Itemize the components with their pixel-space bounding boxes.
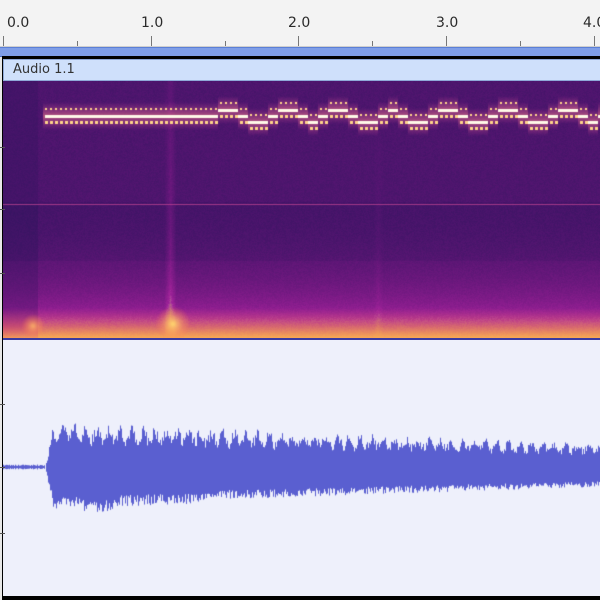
ruler-minor-tick <box>77 41 78 46</box>
ruler-label-4: 4.0 <box>583 15 600 31</box>
ruler-major-tick <box>151 36 152 46</box>
ruler-minor-tick <box>372 41 373 46</box>
ruler-minor-tick <box>520 41 521 46</box>
ruler-label-1: 1.0 <box>141 15 164 31</box>
ruler-major-tick <box>446 36 447 46</box>
vertical-scale-tick <box>0 404 5 405</box>
timeline-ruler[interactable]: 0.0 1.0 2.0 3.0 4.0 <box>0 0 600 47</box>
ruler-major-tick <box>594 36 595 46</box>
ruler-label-2: 2.0 <box>288 15 311 31</box>
ruler-label-3: 3.0 <box>436 15 459 31</box>
vertical-scale-tick <box>0 273 5 274</box>
ruler-major-tick <box>3 36 4 46</box>
ruler-label-0: 0.0 <box>7 15 30 31</box>
vertical-scale-tick <box>0 533 5 534</box>
track-name-label: Audio 1.1 <box>13 62 75 77</box>
ruler-major-tick <box>298 36 299 46</box>
ruler-minor-tick <box>225 41 226 46</box>
vertical-scale-tick <box>0 209 5 210</box>
track-header[interactable]: Audio 1.1 <box>3 59 600 81</box>
audio-editor-window: 0.0 1.0 2.0 3.0 4.0 Audio 1.1 <box>0 0 600 600</box>
vertical-scale-tick <box>0 467 5 468</box>
waveform-view[interactable] <box>3 340 600 596</box>
spectrogram-view[interactable] <box>3 81 600 338</box>
vertical-scale-tick <box>0 147 5 148</box>
